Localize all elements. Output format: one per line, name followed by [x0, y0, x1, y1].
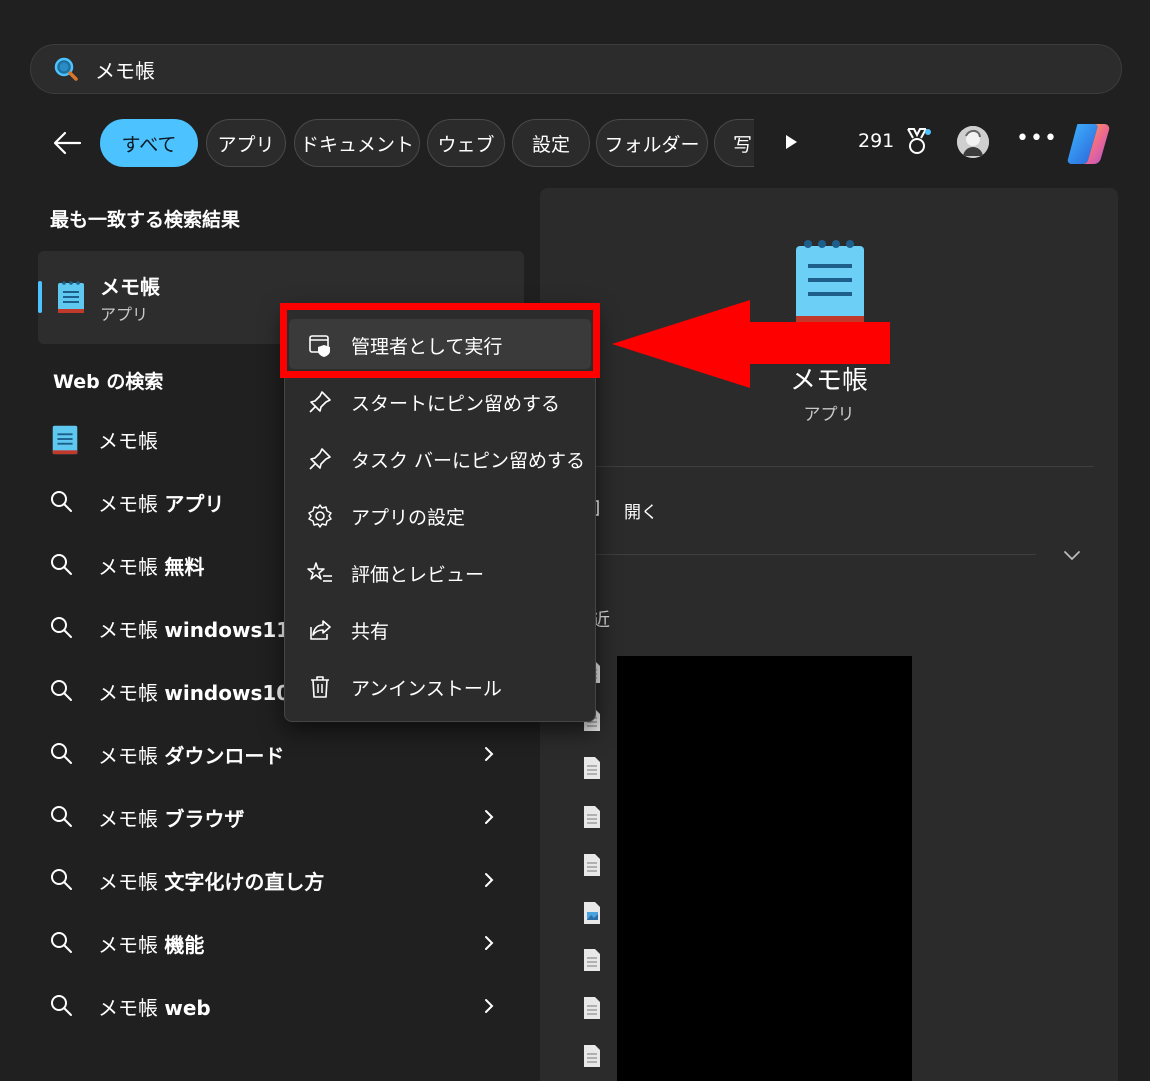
filter-chip-documents[interactable]: ドキュメント: [294, 119, 420, 167]
notepad-icon: [52, 425, 78, 455]
document-icon[interactable]: [582, 805, 602, 829]
selection-indicator: [38, 281, 42, 313]
star-list-icon: [307, 562, 332, 582]
rewards-medal-icon[interactable]: [902, 126, 932, 158]
user-avatar[interactable]: [957, 126, 989, 158]
document-icon[interactable]: [582, 756, 602, 780]
menu-item-pin-start[interactable]: スタートにピン留めする: [289, 376, 591, 426]
web-result-suffix: ダウンロード: [164, 743, 285, 768]
chevron-down-icon[interactable]: [1062, 548, 1082, 562]
menu-item-rate-review[interactable]: 評価とレビュー: [289, 547, 591, 597]
web-result-item[interactable]: メモ帳 ブラウザ: [50, 797, 520, 837]
web-result-item[interactable]: メモ帳 web: [50, 986, 520, 1026]
filter-chip-all[interactable]: すべて: [100, 119, 198, 167]
filter-row: すべて アプリ ドキュメント ウェブ 設定 フォルダー 写 291 •••: [0, 116, 1150, 170]
scroll-right-icon[interactable]: [782, 132, 800, 152]
search-icon: [51, 869, 72, 890]
more-options-icon[interactable]: •••: [1016, 126, 1058, 151]
web-result-prefix: メモ帳: [98, 491, 165, 516]
highlight-box: [280, 303, 600, 378]
search-icon: [51, 680, 72, 701]
redacted-area: [617, 656, 912, 1081]
web-result-suffix: ブラウザ: [164, 806, 245, 831]
pin-icon: [309, 448, 331, 470]
menu-item-label: アプリの設定: [351, 507, 466, 529]
menu-item-label: スタートにピン留めする: [351, 393, 561, 415]
search-bar[interactable]: メモ帳: [30, 44, 1122, 94]
web-result-prefix: メモ帳: [98, 806, 165, 831]
back-arrow-icon[interactable]: [50, 128, 84, 158]
preview-app-type: アプリ: [803, 405, 855, 425]
web-result-prefix: メモ帳: [98, 995, 165, 1020]
filter-chip-web[interactable]: ウェブ: [427, 119, 505, 167]
web-result-prefix: メモ帳: [98, 869, 165, 894]
trash-icon: [311, 676, 329, 698]
avatar-image-icon: [957, 126, 989, 158]
menu-item-pin-taskbar[interactable]: タスク バーにピン留めする: [289, 433, 591, 483]
chevron-right-icon[interactable]: [482, 807, 496, 827]
web-result-prefix: メモ帳: [98, 617, 165, 642]
filter-chip-photos[interactable]: 写: [714, 119, 754, 167]
web-result-prefix: メモ帳: [98, 743, 165, 768]
menu-item-label: 評価とレビュー: [351, 564, 485, 586]
document-icon[interactable]: [582, 853, 602, 877]
chevron-right-icon[interactable]: [482, 933, 496, 953]
menu-item-label: アンインストール: [351, 678, 502, 700]
web-result-suffix: アプリ: [164, 491, 225, 516]
document-icon[interactable]: [582, 1044, 602, 1068]
menu-item-app-settings[interactable]: アプリの設定: [289, 490, 591, 540]
divider: [580, 554, 1036, 555]
search-icon: [51, 743, 72, 764]
web-result-prefix: メモ帳: [98, 554, 165, 579]
search-icon: [54, 57, 78, 81]
menu-item-uninstall[interactable]: アンインストール: [289, 661, 591, 711]
best-match-name: メモ帳: [100, 275, 160, 299]
search-icon: [51, 617, 72, 638]
notepad-icon: [58, 281, 84, 313]
red-arrow-icon: [612, 300, 890, 388]
web-result-suffix: 機能: [164, 932, 205, 957]
web-result-suffix: windows11: [164, 617, 291, 642]
web-result-prefix: メモ帳: [98, 680, 165, 705]
search-icon: [51, 932, 72, 953]
chevron-right-icon[interactable]: [482, 744, 496, 764]
rewards-points: 291: [858, 130, 895, 152]
web-result-item[interactable]: メモ帳 機能: [50, 923, 520, 963]
open-action[interactable]: 開く: [624, 498, 658, 523]
web-result-label: メモ帳: [98, 428, 158, 453]
search-icon: [51, 806, 72, 827]
search-icon: [51, 491, 72, 512]
search-icon: [51, 995, 72, 1016]
web-result-suffix: 無料: [164, 554, 205, 579]
web-result-suffix: 文字化けの直し方: [164, 869, 325, 894]
web-result-suffix: web: [164, 995, 211, 1020]
chevron-right-icon[interactable]: [482, 870, 496, 890]
filter-chip-settings[interactable]: 設定: [512, 119, 590, 167]
web-search-title: Web の検索: [53, 371, 164, 393]
copilot-icon[interactable]: [1064, 120, 1112, 166]
filter-chip-folders[interactable]: フォルダー: [596, 119, 708, 167]
document-icon[interactable]: [582, 948, 602, 972]
web-result-prefix: メモ帳: [98, 932, 165, 957]
document-icon[interactable]: [582, 996, 602, 1020]
menu-item-share[interactable]: 共有: [289, 604, 591, 654]
share-icon: [310, 620, 331, 640]
filter-chip-apps[interactable]: アプリ: [206, 119, 286, 167]
menu-item-label: タスク バーにピン留めする: [351, 450, 586, 472]
divider: [580, 466, 1094, 467]
search-icon: [51, 554, 72, 575]
chevron-right-icon[interactable]: [482, 996, 496, 1016]
web-result-item[interactable]: メモ帳 文字化けの直し方: [50, 860, 520, 900]
menu-item-label: 共有: [351, 621, 390, 643]
gear-icon: [308, 504, 332, 528]
best-match-type: アプリ: [100, 305, 149, 324]
search-input[interactable]: メモ帳: [95, 55, 155, 84]
image-file-icon[interactable]: [582, 901, 602, 925]
best-match-title: 最も一致する検索結果: [50, 209, 241, 231]
pin-icon: [309, 391, 331, 413]
web-result-suffix: windows10: [164, 680, 291, 705]
web-result-item[interactable]: メモ帳 ダウンロード: [50, 734, 520, 774]
